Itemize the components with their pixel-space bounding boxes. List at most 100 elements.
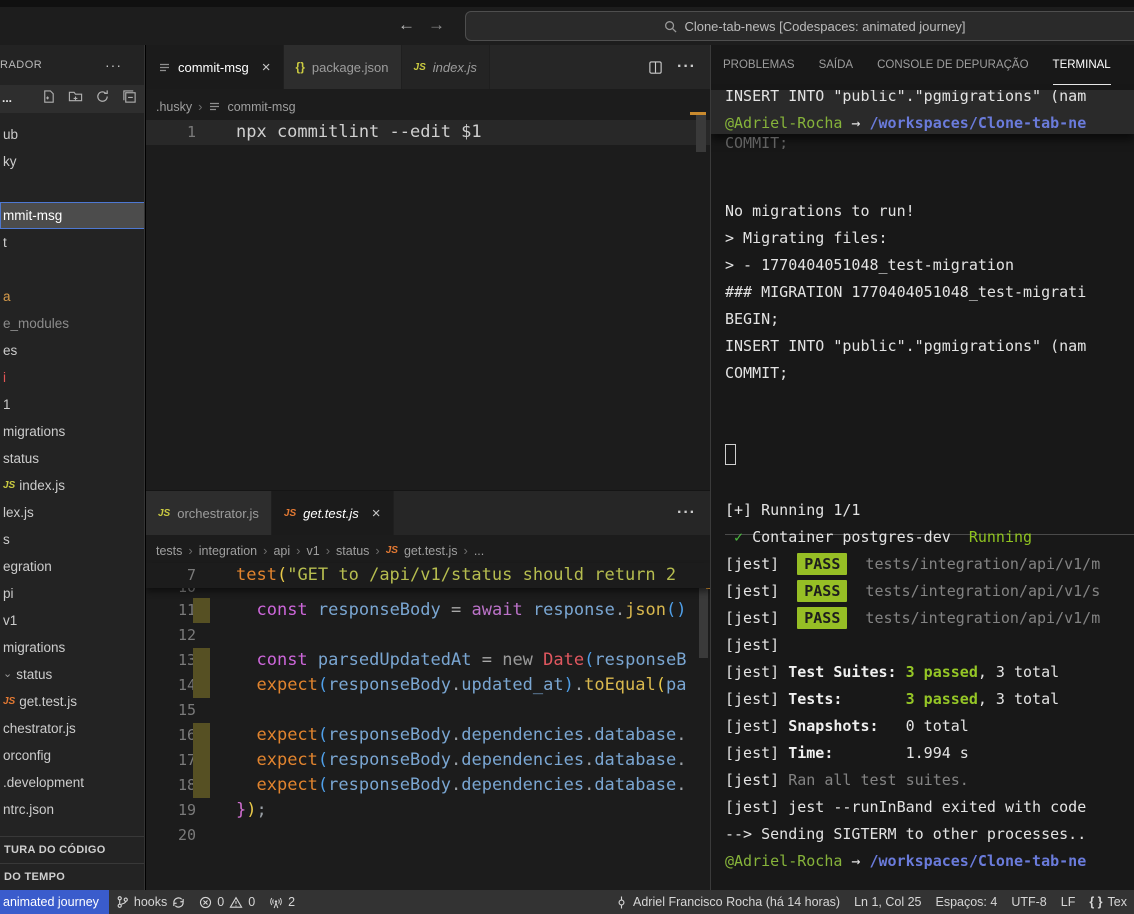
code-line[interactable]: 14 expect(responseBody.updated_at).toEqu…: [146, 673, 710, 698]
file-tree-item[interactable]: orconfig: [0, 742, 145, 769]
back-arrow[interactable]: ←: [398, 15, 415, 35]
explorer-more-icon[interactable]: ···: [105, 57, 122, 73]
editor-tab-orchestrator.js[interactable]: JSorchestrator.js: [146, 491, 272, 535]
terminal-line: No migrations to run!: [725, 198, 1134, 225]
language-mode[interactable]: { }Tex: [1082, 890, 1134, 914]
breadcrumb-segment[interactable]: v1: [307, 544, 320, 558]
more-icon[interactable]: ···: [677, 504, 696, 522]
terminal-line: [jest]: [725, 632, 1134, 659]
file-tree-item[interactable]: ub: [0, 121, 145, 148]
eol[interactable]: LF: [1054, 890, 1083, 914]
collapse-all-icon[interactable]: [122, 89, 137, 104]
explorer-title: RADOR: [0, 59, 42, 71]
file-tree-item[interactable]: 1: [0, 391, 145, 418]
git-modified-gutter: [193, 598, 210, 623]
editor-content[interactable]: 7test("GET to /api/v1/status should retu…: [146, 563, 710, 848]
code-line[interactable]: 11 const responseBody = await response.j…: [146, 598, 710, 623]
sidebar-section-header[interactable]: DO TEMPO: [0, 863, 145, 890]
breadcrumb-segment[interactable]: status: [336, 544, 369, 558]
panel-tab-problemas[interactable]: PROBLEMAS: [723, 45, 795, 85]
split-editor-icon[interactable]: [648, 60, 663, 75]
code-line[interactable]: 16 expect(responseBody.dependencies.data…: [146, 723, 710, 748]
file-tree-item[interactable]: ky: [0, 148, 145, 175]
file-tree-item[interactable]: [0, 175, 145, 202]
breadcrumb-segment[interactable]: api: [273, 544, 290, 558]
file-tree-item[interactable]: t: [0, 229, 145, 256]
breadcrumb-segment[interactable]: .husky: [156, 100, 192, 114]
code-line[interactable]: 13 const parsedUpdatedAt = new Date(resp…: [146, 648, 710, 673]
sidebar-section-header[interactable]: TURA DO CÓDIGO: [0, 836, 145, 863]
forward-arrow[interactable]: →: [428, 15, 445, 35]
editor-content[interactable]: 1npx commitlint --edit $1: [146, 120, 710, 145]
file-tree-item[interactable]: a: [0, 283, 145, 310]
new-folder-icon[interactable]: [68, 89, 83, 104]
code-line[interactable]: 12: [146, 623, 710, 648]
breadcrumb-separator: ›: [375, 543, 379, 558]
file-tree-item[interactable]: i: [0, 364, 145, 391]
editor-tab-index.js[interactable]: JSindex.js: [402, 45, 490, 89]
terminal-body[interactable]: INSERT INTO "public"."pgmigrations" (nam…: [725, 90, 1134, 890]
file-tree-item[interactable]: JSget.test.js: [0, 688, 145, 715]
file-tree-item[interactable]: migrations: [0, 418, 145, 445]
file-tree-item[interactable]: [0, 256, 145, 283]
close-icon[interactable]: ×: [372, 505, 381, 522]
problems-status[interactable]: 00: [192, 890, 262, 914]
status-label: 0: [217, 895, 224, 909]
editor-tab-get.test.js[interactable]: JSget.test.js×: [272, 491, 394, 535]
refresh-icon[interactable]: [95, 89, 110, 104]
file-tree-item[interactable]: .development: [0, 769, 145, 796]
file-tree-item[interactable]: lex.js: [0, 499, 145, 526]
status-label: LF: [1061, 895, 1076, 909]
code-line[interactable]: 7test("GET to /api/v1/status should retu…: [146, 563, 710, 588]
scrollbar-thumb[interactable]: [696, 112, 706, 152]
file-tree-item[interactable]: ⌄status: [0, 661, 145, 688]
panel-tab-saída[interactable]: SAÍDA: [819, 45, 854, 85]
ports-status[interactable]: 2: [262, 890, 302, 914]
remote-indicator[interactable]: animated journey: [0, 890, 109, 914]
code-line[interactable]: 17 expect(responseBody.dependencies.data…: [146, 748, 710, 773]
file-tree-item[interactable]: mmit-msg: [0, 202, 145, 229]
code-line[interactable]: 1npx commitlint --edit $1: [146, 120, 710, 145]
close-icon[interactable]: ×: [262, 59, 271, 76]
new-file-icon[interactable]: [41, 89, 56, 104]
code-line[interactable]: 20: [146, 823, 710, 848]
indentation[interactable]: Espaços: 4: [928, 890, 1004, 914]
encoding[interactable]: UTF-8: [1004, 890, 1053, 914]
branch-status[interactable]: hooks: [109, 890, 192, 914]
file-tree-item[interactable]: v1: [0, 607, 145, 634]
code-line[interactable]: 10: [146, 588, 710, 598]
lines-icon: [208, 100, 221, 113]
breadcrumb-segment[interactable]: tests: [156, 544, 182, 558]
command-center-search[interactable]: Clone-tab-news [Codespaces: animated jou…: [465, 11, 1134, 41]
breadcrumb-segment[interactable]: ...: [474, 544, 484, 558]
editor-tab-package.json[interactable]: {}package.json: [284, 45, 402, 89]
file-tree-item[interactable]: pi: [0, 580, 145, 607]
file-name: ky: [3, 148, 17, 175]
file-tree-item[interactable]: es: [0, 337, 145, 364]
breadcrumb-segment[interactable]: integration: [199, 544, 257, 558]
git-modified-gutter: [193, 748, 210, 773]
breadcrumb-segment[interactable]: get.test.js: [404, 544, 458, 558]
file-tree-item[interactable]: ntrc.json: [0, 796, 145, 823]
line-number: 20: [146, 823, 196, 848]
modified-overview-mark: [690, 112, 706, 115]
file-tree-item[interactable]: JSindex.js: [0, 472, 145, 499]
panel-tab-console-de-depuração[interactable]: CONSOLE DE DEPURAÇÃO: [877, 45, 1028, 85]
file-tree-item[interactable]: e_modules: [0, 310, 145, 337]
lines-icon: [158, 61, 171, 74]
editor-tab-commit-msg[interactable]: commit-msg×: [146, 45, 284, 89]
panel-tab-terminal[interactable]: TERMINAL: [1053, 45, 1111, 85]
file-tree-item[interactable]: status: [0, 445, 145, 472]
code-line[interactable]: 15: [146, 698, 710, 723]
file-tree-item[interactable]: chestrator.js: [0, 715, 145, 742]
more-icon[interactable]: ···: [677, 58, 696, 76]
file-tree-item[interactable]: egration: [0, 553, 145, 580]
file-tree-item[interactable]: migrations: [0, 634, 145, 661]
file-tree-item[interactable]: s: [0, 526, 145, 553]
breadcrumb-segment[interactable]: commit-msg: [227, 100, 295, 114]
cursor-position[interactable]: Ln 1, Col 25: [847, 890, 928, 914]
code-line[interactable]: 19});: [146, 798, 710, 823]
panel-terminal: PROBLEMAS SAÍDA CONSOLE DE DEPURAÇÃO TERMIN…: [710, 45, 1134, 890]
code-line[interactable]: 18 expect(responseBody.dependencies.data…: [146, 773, 710, 798]
git-blame[interactable]: Adriel Francisco Rocha (há 14 horas): [608, 890, 847, 914]
